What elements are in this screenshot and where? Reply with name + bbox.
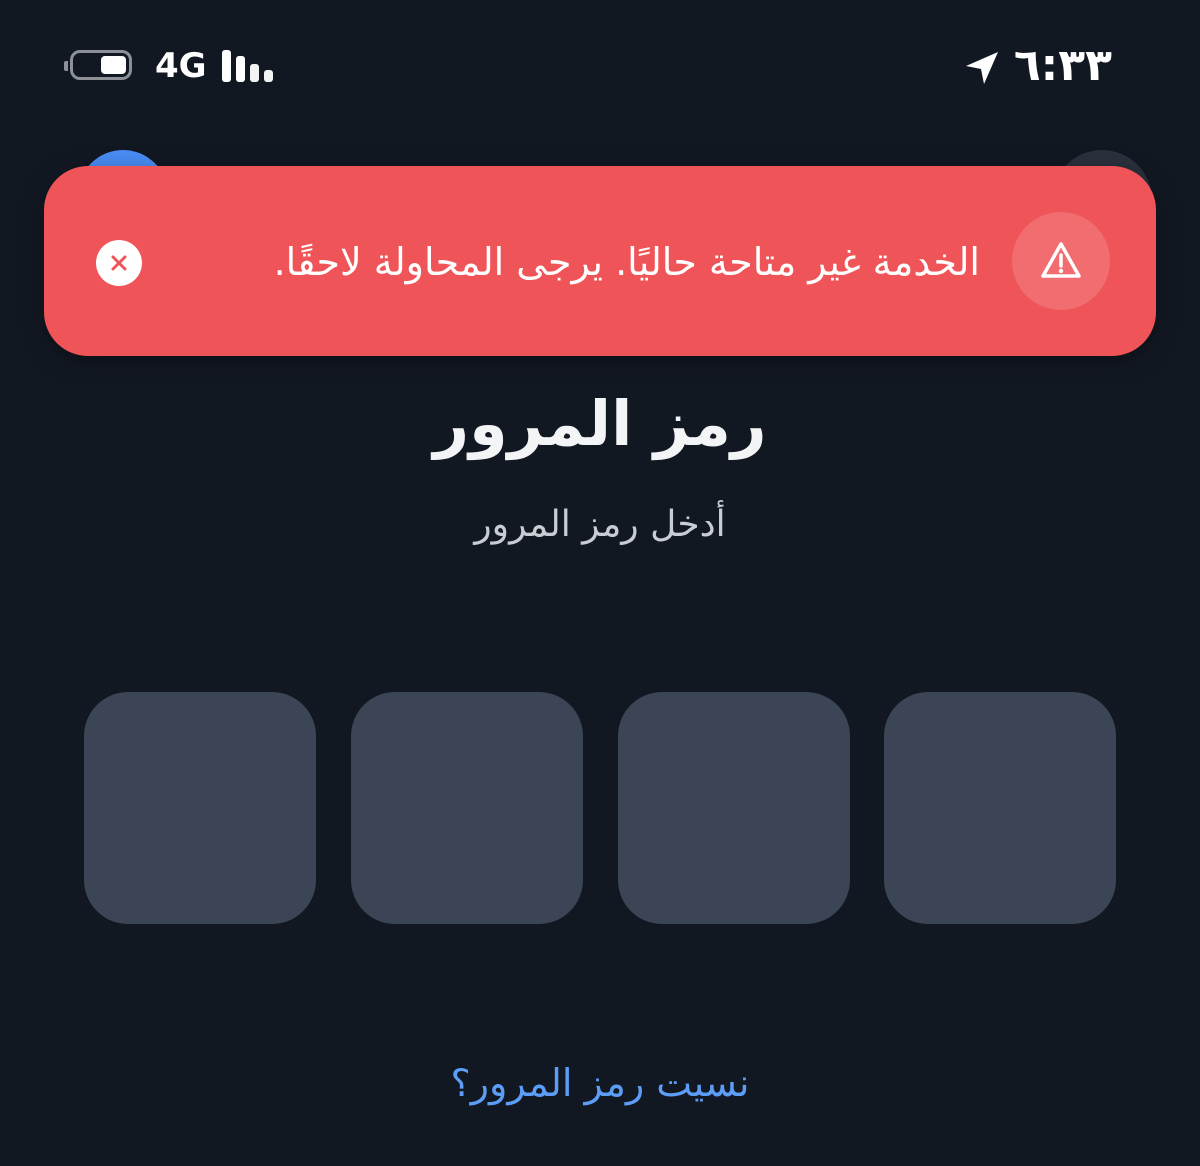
passcode-digit-box[interactable]	[84, 692, 316, 924]
signal-bar	[264, 70, 273, 82]
forgot-passcode-link[interactable]: نسيت رمز المرور؟	[0, 1056, 1200, 1110]
signal-icon	[222, 50, 282, 82]
passcode-digit-box[interactable]	[351, 692, 583, 924]
network-type-label: 4G	[155, 46, 207, 86]
status-time: ٦:٣٣	[1013, 40, 1112, 91]
page-title: رمز المرور	[433, 387, 767, 460]
toast-message: الخدمة غير متاحة حاليًا. يرجى المحاولة ل…	[273, 240, 980, 284]
location-arrow-icon	[966, 52, 998, 84]
passcode-digit-box[interactable]	[884, 692, 1116, 924]
battery-level-fill	[101, 56, 126, 74]
battery-icon	[64, 50, 132, 80]
passcode-input[interactable]	[84, 692, 1116, 924]
error-toast: الخدمة غير متاحة حاليًا. يرجى المحاولة ل…	[44, 166, 1156, 356]
warning-triangle-icon	[1041, 242, 1081, 278]
toast-close-button[interactable]	[96, 240, 142, 286]
signal-bar	[222, 50, 231, 82]
toast-warning-badge	[1012, 212, 1110, 310]
passcode-digit-box[interactable]	[618, 692, 850, 924]
signal-bar	[236, 56, 245, 82]
passcode-screen: 4G ٦:٣٣ الخدمة غير متاحة حاليًا. يرجى ال…	[0, 0, 1200, 1166]
signal-bar	[250, 64, 259, 82]
page-subtitle: أدخل رمز المرور	[474, 504, 726, 545]
status-bar: 4G ٦:٣٣	[0, 38, 1200, 98]
close-icon	[111, 255, 127, 271]
